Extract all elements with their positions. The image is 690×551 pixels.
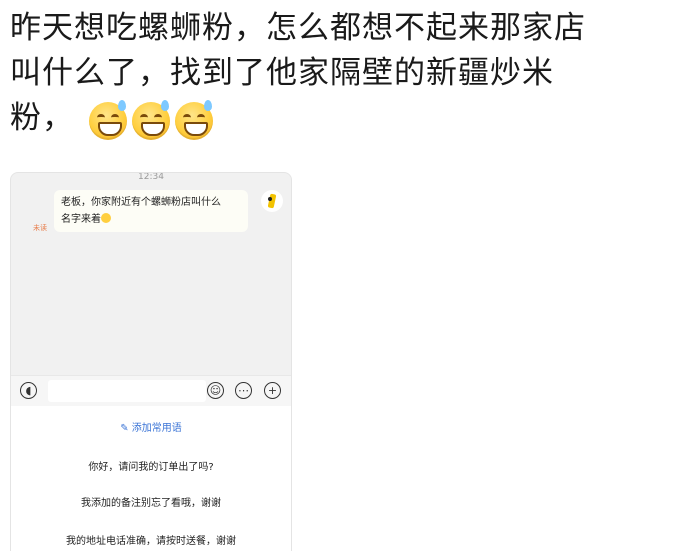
post-line-3: 粉， (10, 96, 650, 142)
post-text: 昨天想吃螺蛳粉，怎么都想不起来那家店 叫什么了，找到了他家隔壁的新疆炒米 粉， (10, 6, 650, 142)
voice-icon[interactable]: ◖ (20, 382, 37, 399)
avatar[interactable] (261, 190, 283, 212)
message-bubble[interactable]: 老板，你家附近有个螺蛳粉店叫什么 名字来着 (54, 190, 248, 232)
message-input[interactable] (48, 380, 206, 402)
grinning-sweat-emoji-icon (174, 99, 213, 140)
plus-icon[interactable]: + (264, 382, 281, 399)
post-line-3-text: 粉， (10, 100, 74, 136)
quick-reply-item[interactable]: 我添加的备注别忘了看哦，谢谢 (11, 494, 291, 509)
quick-reply-item[interactable]: 我的地址电话准确，请按时送餐，谢谢 (11, 532, 291, 547)
message-line-1: 老板，你家附近有个螺蛳粉店叫什么 (61, 197, 221, 208)
quick-reply-item[interactable]: 你好，请问我的订单出了吗? (11, 458, 291, 473)
grinning-sweat-emoji-icon (88, 99, 127, 140)
unread-label: 未读 (33, 224, 47, 232)
grinning-sweat-emoji-icon (131, 99, 170, 140)
chat-time: 12:34 (138, 173, 164, 182)
message-line-2: 名字来着 (61, 211, 241, 228)
quick-reply-panel: ✎ 添加常用语 你好，请问我的订单出了吗? 我添加的备注别忘了看哦，谢谢 我的地… (11, 406, 291, 551)
emoji-icon[interactable]: ☺ (207, 382, 224, 399)
more-icon[interactable]: ⋯ (235, 382, 252, 399)
edit-icon: ✎ (120, 423, 129, 434)
add-phrase-label: 添加常用语 (131, 423, 182, 434)
add-phrase-button[interactable]: ✎ 添加常用语 (11, 419, 291, 434)
emoji-group (88, 97, 213, 142)
message-line-2-text: 名字来着 (61, 214, 101, 225)
input-bar: ◖ ☺ ⋯ + (11, 375, 291, 406)
sweat-smile-emoji-icon (101, 213, 111, 223)
post-line-2: 叫什么了，找到了他家隔壁的新疆炒米 (10, 55, 554, 91)
chat-screenshot: 12:34 老板，你家附近有个螺蛳粉店叫什么 名字来着 未读 ◖ ☺ ⋯ + ✎… (11, 173, 291, 551)
post-line-1: 昨天想吃螺蛳粉，怎么都想不起来那家店 (10, 10, 586, 46)
